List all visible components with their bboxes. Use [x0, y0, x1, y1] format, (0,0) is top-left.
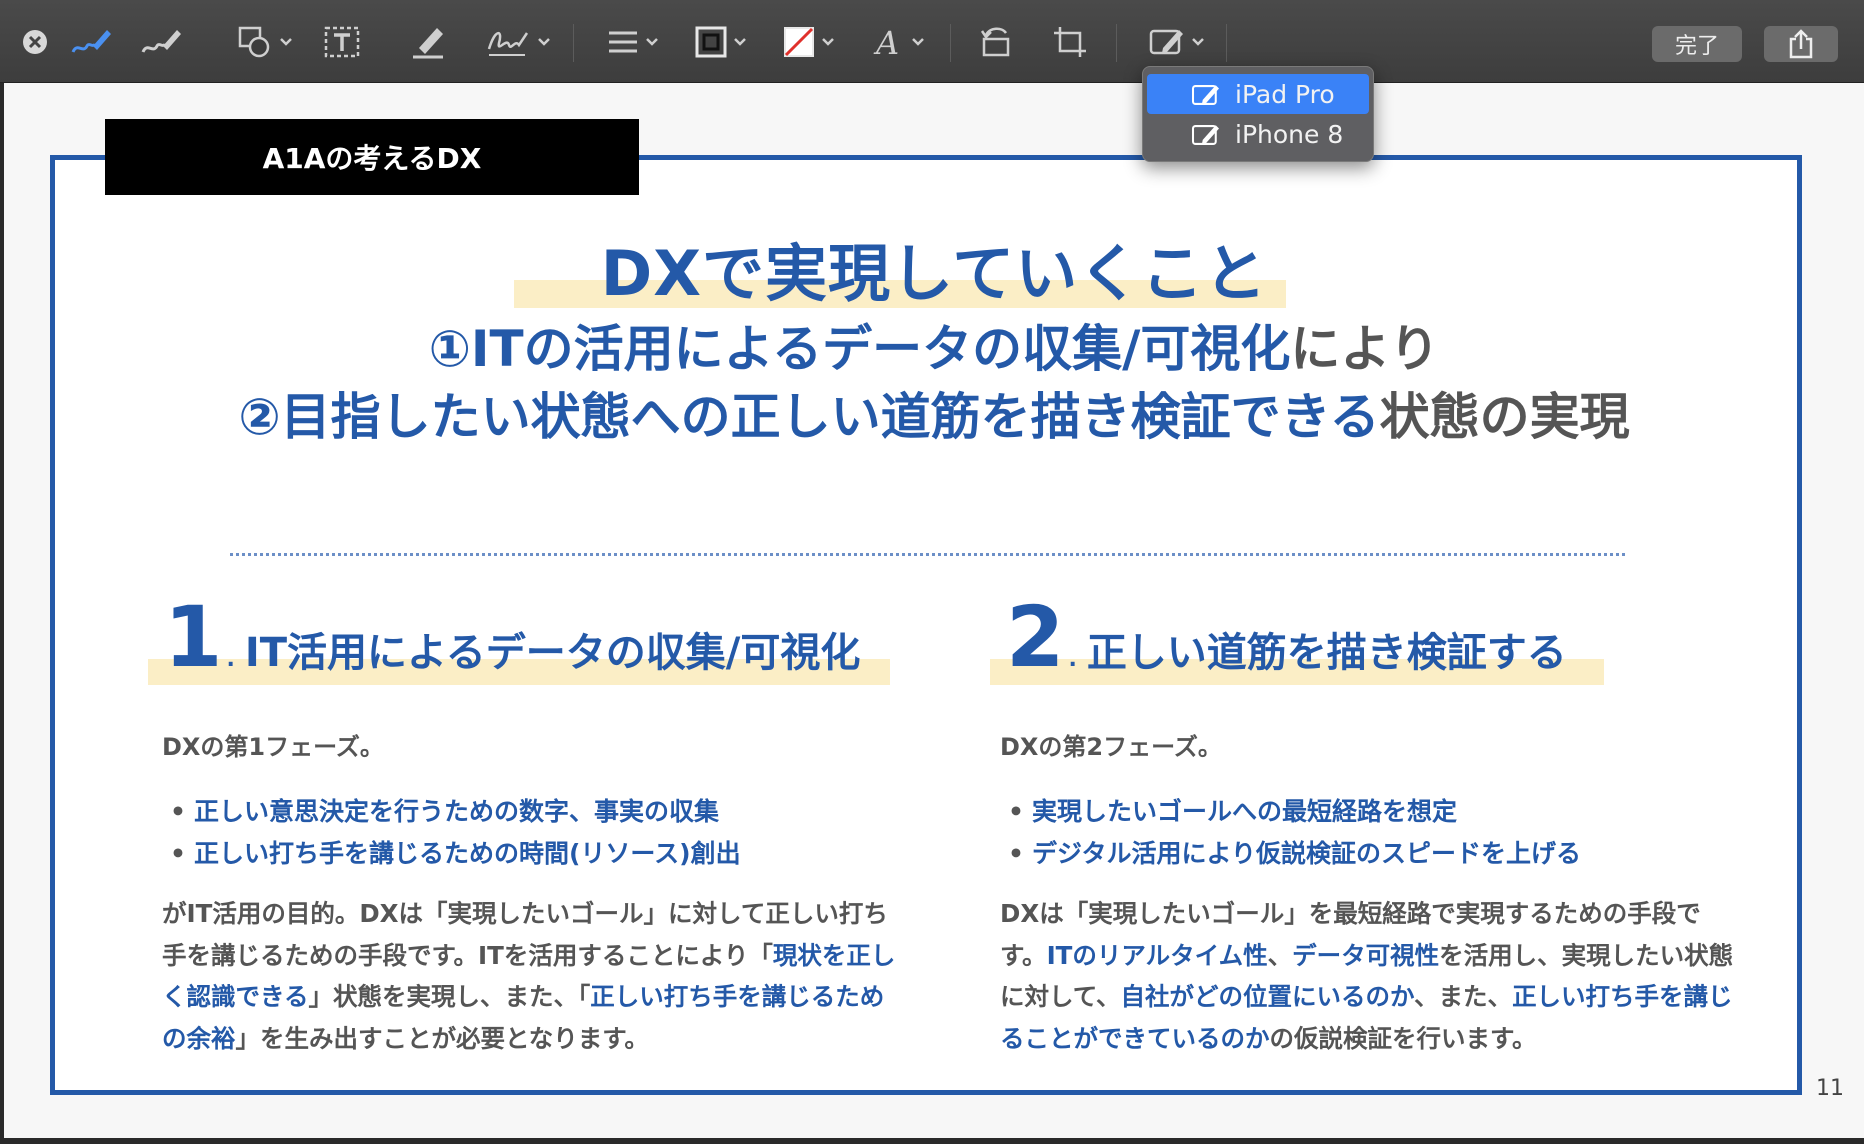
- highlight-icon[interactable]: [408, 20, 448, 64]
- paragraph-text: 、: [1267, 940, 1293, 970]
- subtitle-line-1: ①ITの活用によるデータの収集/可視化により: [4, 309, 1864, 381]
- column-1-paragraph: がIT活用の目的。DXは「実現したいゴール」に対して正しい打ち手を講じるための手…: [162, 893, 902, 1059]
- heading-dot: .: [226, 647, 235, 672]
- toolbar-separator: [573, 24, 574, 62]
- line-style-icon[interactable]: [600, 20, 666, 64]
- menu-item-label: iPhone 8: [1235, 119, 1344, 149]
- toolbar-separator: [950, 24, 951, 62]
- subtitle-emphasis: ①ITの活用によるデータの収集/可視化: [428, 320, 1291, 378]
- crop-icon[interactable]: [1048, 20, 1092, 64]
- paragraph-text: の仮説検証を行います。: [1269, 1023, 1537, 1053]
- paragraph-text: 」状態を実現し、また、「: [308, 982, 591, 1011]
- text-box-icon[interactable]: [322, 20, 362, 64]
- toolbar-separator: [1226, 24, 1227, 62]
- column-2-paragraph: DXは「実現したいゴール」を最短経路で実現するための手段です。ITのリアルタイム…: [1000, 893, 1740, 1059]
- done-button[interactable]: 完了: [1652, 26, 1742, 62]
- border-color-icon[interactable]: [688, 20, 754, 64]
- dotted-divider: [230, 553, 1625, 556]
- subtitle-line-2: ②目指したい状態への正しい道筋を描き検証できる状態の実現: [4, 377, 1864, 449]
- paragraph-text: 、また、: [1414, 982, 1513, 1011]
- share-button[interactable]: [1764, 26, 1838, 62]
- heading-number: 1: [164, 588, 223, 686]
- subtitle-emphasis: ②目指したい状態への正しい道筋を描き検証できる: [238, 388, 1380, 446]
- text-style-icon[interactable]: A: [866, 20, 932, 64]
- annotate-device-icon: [1191, 85, 1219, 105]
- subtitle-text: 状態の実現: [1379, 388, 1630, 446]
- toolbar-separator: [1116, 24, 1117, 62]
- annotate-device-icon[interactable]: [1142, 20, 1212, 64]
- phase-label: DXの第1フェーズ。: [162, 733, 384, 761]
- chevron-down-icon: [1192, 38, 1204, 46]
- list-item: デジタル活用により仮説検証のスピードを上げる: [1004, 833, 1581, 875]
- share-icon: [1789, 29, 1813, 59]
- subtitle-text: により: [1290, 320, 1440, 378]
- column-1-heading: 1 . IT活用によるデータの収集/可視化: [164, 595, 860, 679]
- svg-text:A: A: [873, 25, 899, 59]
- bullet-list: 正しい意思決定を行うための数字、事実の収集 正しい打ち手を講じるための時間(リソ…: [166, 791, 741, 875]
- list-item: 実現したいゴールへの最短経路を想定: [1004, 791, 1581, 833]
- chevron-down-icon: [912, 38, 924, 46]
- paragraph-emphasis: ITのリアルタイム性: [1046, 940, 1268, 970]
- menu-item-ipad-pro[interactable]: iPad Pro: [1147, 74, 1369, 114]
- chevron-down-icon: [646, 38, 658, 46]
- menu-item-iphone-8[interactable]: iPhone 8: [1147, 114, 1369, 154]
- chevron-down-icon: [538, 38, 550, 46]
- heading-text: 正しい道筋を描き検証する: [1086, 630, 1567, 676]
- list-item: 正しい意思決定を行うための数字、事実の収集: [166, 791, 741, 833]
- slide-title: DXで実現していくこと: [600, 237, 1268, 310]
- menu-item-label: iPad Pro: [1235, 79, 1335, 109]
- heading-dot: .: [1068, 647, 1077, 672]
- bullet-list: 実現したいゴールへの最短経路を想定 デジタル活用により仮説検証のスピードを上げる: [1004, 791, 1581, 875]
- paragraph-text: 」を生み出すことが必要となります。: [235, 1023, 649, 1053]
- chevron-down-icon: [734, 38, 746, 46]
- fill-color-icon[interactable]: [776, 20, 842, 64]
- annotate-device-icon: [1191, 125, 1219, 145]
- page-number: 11: [1816, 1076, 1844, 1101]
- device-dropdown-menu: iPad Pro iPhone 8: [1142, 66, 1374, 162]
- shapes-icon[interactable]: [232, 20, 298, 64]
- draw-icon[interactable]: [138, 20, 184, 64]
- heading-text: IT活用によるデータの収集/可視化: [244, 630, 861, 676]
- chevron-down-icon: [280, 38, 292, 46]
- rotate-icon[interactable]: [974, 20, 1018, 64]
- column-2-heading: 2 . 正しい道筋を描き検証する: [1006, 595, 1567, 679]
- document-canvas: A1Aの考えるDX DXで実現していくこと ①ITの活用によるデータの収集/可視…: [4, 83, 1864, 1138]
- sketch-icon[interactable]: [68, 20, 114, 64]
- heading-number: 2: [1006, 588, 1065, 686]
- list-item: 正しい打ち手を講じるための時間(リソース)創出: [166, 833, 741, 875]
- paragraph-emphasis: 自社がどの位置にいるのか: [1120, 982, 1415, 1011]
- chevron-down-icon: [822, 38, 834, 46]
- phase-label: DXの第2フェーズ。: [1000, 733, 1222, 761]
- markup-toolbar: A 完了: [0, 0, 1864, 83]
- close-icon[interactable]: [18, 20, 52, 64]
- section-tag: A1Aの考えるDX: [105, 119, 639, 195]
- paragraph-emphasis: データ可視性: [1292, 940, 1440, 970]
- sign-icon[interactable]: [482, 20, 554, 64]
